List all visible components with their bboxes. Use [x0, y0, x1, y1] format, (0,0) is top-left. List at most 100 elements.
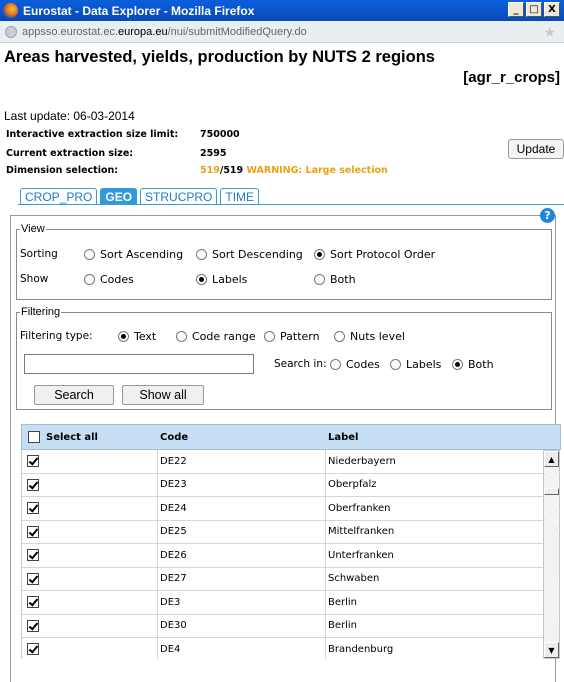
- row-checkbox[interactable]: [27, 619, 39, 632]
- row-checkbox[interactable]: [27, 455, 39, 468]
- sort-protocol-option[interactable]: Sort Protocol Order: [314, 248, 435, 261]
- url-prefix: appsso.eurostat.ec.: [22, 25, 119, 38]
- search-in-labels-option[interactable]: Labels: [390, 358, 441, 371]
- row-checkbox[interactable]: [27, 572, 39, 585]
- search-in-labels-radio[interactable]: [390, 359, 401, 370]
- help-icon[interactable]: ?: [540, 208, 555, 223]
- show-codes-radio[interactable]: [84, 274, 95, 285]
- show-both-option[interactable]: Both: [314, 273, 356, 286]
- filter-code-range-radio[interactable]: [176, 331, 187, 342]
- search-in-both-radio[interactable]: [452, 359, 463, 370]
- search-in-label: Search in:: [274, 358, 327, 370]
- search-in-codes-radio[interactable]: [330, 359, 341, 370]
- row-code: DE22: [160, 455, 187, 467]
- sort-protocol-radio[interactable]: [314, 249, 325, 260]
- show-codes-label: Codes: [100, 273, 134, 286]
- view-fieldset: View: [16, 223, 552, 300]
- filter-pattern-radio[interactable]: [264, 331, 275, 342]
- table-row: DE26 Unterfranken: [22, 544, 543, 568]
- table-row: DE25 Mittelfranken: [22, 521, 543, 544]
- row-checkbox[interactable]: [27, 549, 39, 562]
- dimension-tabs: CROP_PRO GEO STRUCPRO TIME: [20, 188, 260, 204]
- page-title: Areas harvested, yields, production by N…: [4, 48, 435, 66]
- row-code: DE3: [160, 596, 181, 608]
- extraction-limit-value: 750000: [200, 129, 240, 140]
- row-checkbox[interactable]: [27, 596, 39, 609]
- label-column-header[interactable]: Label: [326, 432, 359, 443]
- filter-text-radio[interactable]: [118, 331, 129, 342]
- filter-code-range-option[interactable]: Code range: [176, 330, 256, 343]
- filter-pattern-option[interactable]: Pattern: [264, 330, 320, 343]
- url-host: europa.eu: [118, 25, 168, 38]
- row-label: Oberfranken: [328, 502, 391, 514]
- view-legend: View: [21, 223, 45, 235]
- row-code: DE26: [160, 549, 187, 561]
- row-checkbox[interactable]: [27, 478, 39, 491]
- search-in-both-option[interactable]: Both: [452, 358, 494, 371]
- table-scrollbar[interactable]: ▲ ▼: [543, 450, 560, 659]
- show-labels-label: Labels: [212, 273, 248, 286]
- show-all-button[interactable]: Show all: [122, 385, 204, 405]
- tab-strucpro[interactable]: STRUCPRO: [140, 188, 218, 204]
- filter-text-option[interactable]: Text: [118, 330, 156, 343]
- table-row: DE22 Niederbayern: [22, 450, 543, 474]
- row-label: Niederbayern: [328, 455, 396, 467]
- sort-descending-option[interactable]: Sort Descending: [196, 248, 303, 261]
- search-in-codes-label: Codes: [346, 358, 380, 371]
- sort-ascending-option[interactable]: Sort Ascending: [84, 248, 183, 261]
- show-labels-radio[interactable]: [196, 274, 207, 285]
- search-input[interactable]: [24, 354, 254, 374]
- total-count: /519: [219, 165, 244, 176]
- window-titlebar: Eurostat - Data Explorer - Mozilla Firef…: [0, 0, 564, 21]
- scroll-down-arrow-icon[interactable]: ▼: [544, 642, 559, 658]
- row-checkbox[interactable]: [27, 525, 39, 538]
- close-button[interactable]: X: [544, 2, 560, 17]
- table-row: DE4 Brandenburg: [22, 638, 543, 659]
- row-label: Brandenburg: [328, 643, 394, 655]
- row-code: DE24: [160, 502, 187, 514]
- tab-divider: [18, 204, 564, 205]
- tab-time[interactable]: TIME: [220, 188, 260, 204]
- current-size-value: 2595: [200, 148, 227, 159]
- scroll-up-arrow-icon[interactable]: ▲: [544, 451, 559, 467]
- show-label: Show: [20, 273, 49, 285]
- show-labels-option[interactable]: Labels: [196, 273, 247, 286]
- firefox-icon: [3, 3, 18, 18]
- table-row: DE23 Oberpfalz: [22, 474, 543, 497]
- site-identity-icon[interactable]: [5, 25, 17, 38]
- window-title: Eurostat - Data Explorer - Mozilla Firef…: [23, 3, 255, 18]
- tab-crop-pro[interactable]: CROP_PRO: [20, 188, 98, 204]
- filter-code-range-label: Code range: [192, 330, 256, 343]
- minimize-button[interactable]: _: [508, 2, 524, 17]
- scrollbar-thumb[interactable]: [544, 488, 559, 495]
- filter-text-label: Text: [134, 330, 157, 343]
- tab-geo[interactable]: GEO: [100, 188, 138, 204]
- bookmark-star-icon[interactable]: ★: [543, 24, 556, 41]
- dimension-selection-value: 519/519 WARNING: Large selection: [200, 165, 388, 176]
- extraction-limit-label: Interactive extraction size limit:: [6, 129, 179, 140]
- select-all-cell[interactable]: Select all: [22, 431, 158, 443]
- page-content: Areas harvested, yields, production by N…: [0, 43, 564, 682]
- search-in-both-label: Both: [468, 358, 494, 371]
- restore-button[interactable]: □: [526, 2, 542, 17]
- sort-ascending-radio[interactable]: [84, 249, 95, 260]
- filter-nuts-level-option[interactable]: Nuts level: [334, 330, 405, 343]
- show-codes-option[interactable]: Codes: [84, 273, 134, 286]
- show-both-label: Both: [330, 273, 356, 286]
- row-checkbox[interactable]: [27, 643, 39, 656]
- select-all-checkbox[interactable]: [28, 431, 40, 443]
- update-button[interactable]: Update: [508, 139, 564, 159]
- table-row: DE27 Schwaben: [22, 568, 543, 591]
- row-checkbox[interactable]: [27, 502, 39, 515]
- sorting-label: Sorting: [20, 248, 58, 260]
- sort-descending-radio[interactable]: [196, 249, 207, 260]
- sort-ascending-label: Sort Ascending: [100, 248, 184, 261]
- filter-nuts-level-radio[interactable]: [334, 331, 345, 342]
- filter-pattern-label: Pattern: [280, 330, 320, 343]
- address-bar[interactable]: appsso.eurostat.ec. europa.eu/nui/submitM…: [0, 21, 564, 43]
- show-both-radio[interactable]: [314, 274, 325, 285]
- search-in-codes-option[interactable]: Codes: [330, 358, 380, 371]
- search-button[interactable]: Search: [34, 385, 114, 405]
- code-column-header[interactable]: Code: [158, 432, 326, 443]
- large-selection-warning: WARNING: Large selection: [246, 165, 388, 176]
